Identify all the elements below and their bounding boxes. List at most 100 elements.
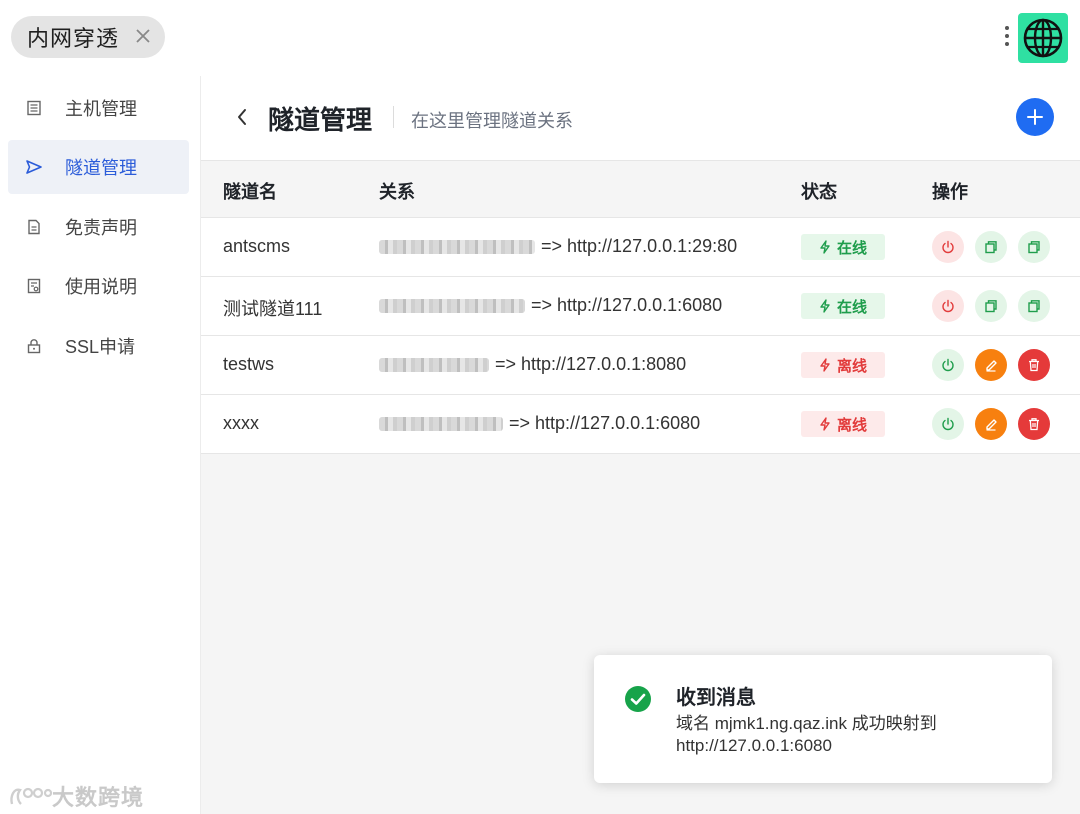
table-row: xxxx => http://127.0.0.1:6080 离线 — [201, 395, 1080, 453]
tunnel-target: => http://127.0.0.1:6080 — [531, 295, 723, 315]
back-icon[interactable] — [235, 107, 249, 127]
status-text: 在线 — [836, 239, 867, 257]
delete-button[interactable] — [1018, 349, 1050, 381]
list-icon — [25, 99, 43, 117]
row-actions — [932, 349, 1061, 381]
pencil-icon — [986, 360, 997, 372]
start-button[interactable] — [932, 349, 964, 381]
page-title: 隧道管理 — [268, 105, 373, 135]
redacted-domain — [379, 357, 489, 372]
watermark-logo-icon — [10, 787, 52, 805]
sidebar-item-usage-guide[interactable]: 使用说明 — [8, 259, 189, 313]
send-icon — [25, 158, 43, 176]
edit-button[interactable] — [975, 349, 1007, 381]
status-text: 离线 — [836, 357, 867, 375]
sidebar-item-label: 使用说明 — [65, 277, 137, 297]
table-row: antscms => http://127.0.0.1:29:80 在线 — [201, 218, 1080, 277]
status-badge: 在线 — [801, 234, 885, 260]
lightning-icon — [819, 417, 831, 431]
add-tunnel-button[interactable] — [1016, 98, 1054, 136]
copy-icon — [1028, 241, 1040, 254]
lightning-icon — [819, 358, 831, 372]
tunnel-target: => http://127.0.0.1:6080 — [509, 413, 701, 433]
app-tab-title: 内网穿透 — [27, 26, 120, 51]
power-icon — [942, 417, 954, 431]
success-check-icon — [625, 686, 651, 712]
column-header-relation: 关系 — [379, 182, 415, 202]
tunnel-relation: => http://127.0.0.1:6080 — [379, 413, 700, 434]
status-text: 在线 — [836, 298, 867, 316]
status-badge: 在线 — [801, 293, 885, 319]
notification-toast: 收到消息 域名 mjmk1.ng.qaz.ink 成功映射到 http://12… — [594, 655, 1052, 783]
page-subtitle: 在这里管理隧道关系 — [411, 111, 573, 131]
copy-button[interactable] — [975, 290, 1007, 322]
row-actions — [932, 290, 1061, 322]
start-button[interactable] — [932, 408, 964, 440]
status-badge: 离线 — [801, 411, 885, 437]
power-icon — [942, 299, 954, 313]
document-icon — [25, 218, 43, 236]
row-actions — [932, 231, 1061, 263]
stop-button[interactable] — [932, 231, 964, 263]
sidebar-item-label: 隧道管理 — [65, 158, 137, 178]
tunnel-name: antscms — [223, 236, 291, 256]
tunnel-name: 测试隧道111 — [223, 299, 323, 319]
copy-icon — [985, 300, 997, 313]
toast-message: 域名 mjmk1.ng.qaz.ink 成功映射到 http://127.0.0… — [676, 714, 937, 755]
guide-icon — [25, 277, 43, 295]
sidebar-item-label: 主机管理 — [65, 99, 137, 119]
copy-button[interactable] — [1018, 290, 1050, 322]
edit-button[interactable] — [975, 408, 1007, 440]
page-header: 隧道管理 在这里管理隧道关系 — [201, 76, 1080, 160]
trash-icon — [1029, 359, 1039, 372]
status-text: 离线 — [836, 416, 867, 434]
stop-button[interactable] — [932, 290, 964, 322]
sidebar-item-ssl[interactable]: SSL申请 — [8, 319, 189, 373]
sidebar-item-label: SSL申请 — [65, 337, 136, 357]
copy-button[interactable] — [975, 231, 1007, 263]
sidebar-item-disclaimer[interactable]: 免责声明 — [8, 200, 189, 254]
tunnel-target: => http://127.0.0.1:29:80 — [541, 236, 738, 256]
table-header: 隧道名 关系 状态 操作 — [201, 161, 1080, 218]
globe-button[interactable] — [1018, 13, 1068, 63]
column-header-status: 状态 — [801, 182, 837, 202]
column-header-name: 隧道名 — [223, 182, 277, 202]
pencil-icon — [986, 419, 997, 431]
copy-icon — [1028, 300, 1040, 313]
sidebar-item-label: 免责声明 — [65, 218, 137, 238]
toast-title: 收到消息 — [676, 687, 756, 709]
redacted-domain — [379, 239, 535, 254]
app-tab[interactable]: 内网穿透 — [11, 16, 165, 58]
globe-icon — [1023, 18, 1063, 58]
copy-button[interactable] — [1018, 231, 1050, 263]
trash-icon — [1029, 418, 1039, 431]
tunnel-table: 隧道名 关系 状态 操作 antscms => http://127.0.0.1… — [201, 160, 1080, 454]
watermark: 大数跨境 — [8, 780, 144, 812]
row-actions — [932, 408, 1061, 440]
tunnel-name: xxxx — [223, 413, 259, 433]
table-row: 测试隧道111 => http://127.0.0.1:6080 在线 — [201, 277, 1080, 336]
power-icon — [942, 240, 954, 254]
tunnel-name: testws — [223, 354, 275, 374]
top-bar: 内网穿透 — [0, 0, 1080, 76]
tunnel-relation: => http://127.0.0.1:29:80 — [379, 236, 737, 257]
sidebar-item-host-management[interactable]: 主机管理 — [8, 81, 189, 135]
lightning-icon — [819, 240, 831, 254]
redacted-domain — [379, 298, 525, 313]
plus-icon — [1027, 109, 1043, 125]
watermark-text: 大数跨境 — [52, 785, 145, 810]
power-icon — [942, 358, 954, 372]
sidebar-item-tunnel-management[interactable]: 隧道管理 — [8, 140, 189, 194]
tunnel-relation: => http://127.0.0.1:8080 — [379, 354, 686, 375]
close-icon[interactable] — [133, 26, 153, 46]
delete-button[interactable] — [1018, 408, 1050, 440]
copy-icon — [985, 241, 997, 254]
more-menu-icon[interactable] — [1002, 22, 1012, 52]
sidebar: 主机管理 隧道管理 免责声明 使用说明 SSL申请 大数跨境 — [0, 76, 201, 814]
status-badge: 离线 — [801, 352, 885, 378]
lightning-icon — [819, 299, 831, 313]
title-divider — [393, 106, 394, 128]
tunnel-relation: => http://127.0.0.1:6080 — [379, 295, 722, 316]
table-row: testws => http://127.0.0.1:8080 离线 — [201, 336, 1080, 395]
tunnel-target: => http://127.0.0.1:8080 — [495, 354, 687, 374]
